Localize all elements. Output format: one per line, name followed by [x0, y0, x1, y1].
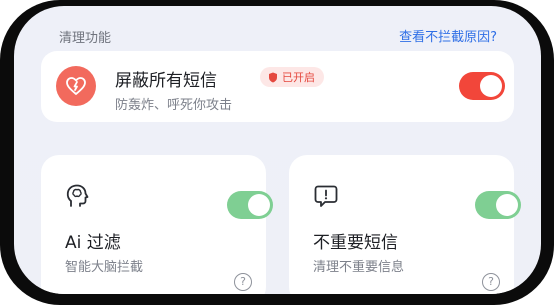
screen: 清理功能 查看不拦截原因? 屏蔽所有短信 已开启 防轰炸、呼死你攻击 Ai 过滤…	[14, 6, 541, 294]
unimportant-subtitle: 清理不重要信息	[313, 260, 405, 275]
toggle-knob	[496, 194, 518, 216]
block-all-title: 屏蔽所有短信	[115, 71, 217, 91]
help-link[interactable]: 查看不拦截原因?	[399, 26, 497, 45]
ai-filter-title: Ai 过滤	[65, 233, 121, 253]
ai-filter-subtitle: 智能大脑拦截	[65, 260, 144, 275]
block-all-card[interactable]: 屏蔽所有短信 已开启 防轰炸、呼死你攻击	[41, 51, 514, 122]
ai-filter-toggle[interactable]	[227, 191, 273, 219]
toggle-knob	[480, 75, 502, 97]
toggle-knob	[248, 194, 270, 216]
question-icon[interactable]: ?	[482, 273, 500, 291]
question-icon[interactable]: ?	[234, 273, 252, 291]
unimportant-toggle[interactable]	[475, 191, 521, 219]
brain-head-icon	[66, 184, 89, 207]
shield-heart-icon	[56, 66, 96, 106]
block-all-toggle[interactable]	[459, 72, 505, 100]
ai-filter-card[interactable]: Ai 过滤 智能大脑拦截 ?	[41, 155, 273, 294]
section-title: 清理功能	[59, 31, 112, 46]
device-frame: 清理功能 查看不拦截原因? 屏蔽所有短信 已开启 防轰炸、呼死你攻击 Ai 过滤…	[0, 0, 554, 305]
block-all-subtitle: 防轰炸、呼死你攻击	[115, 98, 233, 113]
unimportant-title: 不重要短信	[313, 233, 398, 253]
unimportant-card[interactable]: 不重要短信 清理不重要信息 ?	[289, 155, 521, 294]
status-badge-label: 已开启	[282, 71, 315, 84]
status-badge: 已开启	[260, 67, 324, 87]
message-alert-icon	[314, 185, 338, 207]
shield-small-icon	[269, 72, 277, 82]
